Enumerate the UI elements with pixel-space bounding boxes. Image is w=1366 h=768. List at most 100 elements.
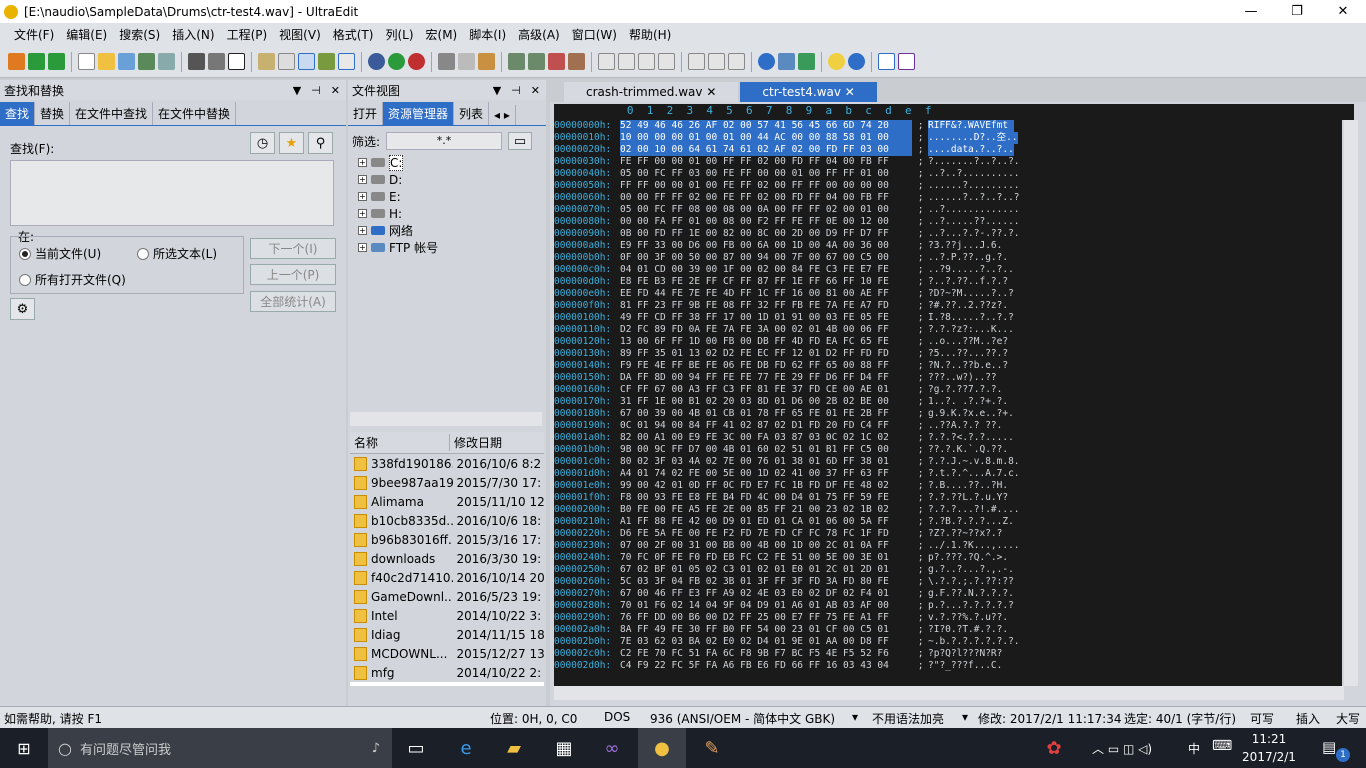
- tab-scroll-arrows[interactable]: ◂ ▸: [489, 105, 516, 125]
- edge-icon[interactable]: e: [442, 728, 490, 768]
- hex-row[interactable]: 000001b0h: 9B 00 9C FF D7 00 4B 01 60 02 …: [554, 444, 1342, 456]
- visual-studio-icon[interactable]: ∞: [588, 728, 636, 768]
- status-writable[interactable]: 可写: [1250, 710, 1274, 727]
- file-list-row[interactable]: Idiag 2014/11/15 18: [350, 625, 544, 644]
- tab-explorer[interactable]: 资源管理器: [383, 102, 455, 125]
- hex-row[interactable]: 00000270h: 67 00 46 FF E3 FF A9 02 4E 03 …: [554, 588, 1342, 600]
- tab-lists[interactable]: 列表: [454, 102, 490, 125]
- notification-icon[interactable]: ▤: [1322, 738, 1336, 756]
- print-icon[interactable]: [188, 53, 205, 70]
- menu-format[interactable]: 格式(T): [327, 26, 380, 43]
- hex-row[interactable]: 000000b0h: 0F 00 3F 00 50 00 87 00 94 00 …: [554, 252, 1342, 264]
- hex-row[interactable]: 00000090h: 0B 00 FD FF 1E 00 82 00 8C 00 …: [554, 228, 1342, 240]
- scope-selected-text[interactable]: 所选文本(L): [137, 245, 217, 262]
- file-list-row[interactable]: mfg 2014/10/22 2:: [350, 663, 544, 682]
- paint-icon[interactable]: ✎: [688, 728, 736, 768]
- hex-row[interactable]: 00000230h: 07 00 2F 00 31 00 BB 00 4B 00 …: [554, 540, 1342, 552]
- menu-file[interactable]: 文件(F): [8, 26, 60, 43]
- hex-row[interactable]: 000000f0h: 81 FF 23 FF 9B FE 08 FF 32 FF …: [554, 300, 1342, 312]
- yahoo-search-icon[interactable]: [898, 53, 915, 70]
- save-icon[interactable]: [138, 53, 155, 70]
- hex-row[interactable]: 00000150h: DA FF 8D 00 94 FF FE FE 77 FE …: [554, 372, 1342, 384]
- scope-current-file[interactable]: 当前文件(U): [19, 245, 101, 262]
- expand-icon[interactable]: +: [358, 209, 367, 218]
- column-name-header[interactable]: 名称: [350, 434, 450, 451]
- tab-ctr-test4[interactable]: ctr-test4.wav ✕: [740, 82, 877, 102]
- file-list-row[interactable]: b96b83016ff... 2015/3/16 17:: [350, 530, 544, 549]
- hex-row[interactable]: 00000260h: 5C 03 3F 04 FB 02 3B 01 3F FF …: [554, 576, 1342, 588]
- hex-row[interactable]: 00000060h: 00 00 FF FF 02 00 FE FF 02 00 …: [554, 192, 1342, 204]
- hex-row[interactable]: 00000120h: 13 00 6F FF 1D 00 FB 00 DB FF …: [554, 336, 1342, 348]
- tab-find[interactable]: 查找: [0, 102, 36, 125]
- menu-column[interactable]: 列(L): [379, 26, 419, 43]
- favorites-star-icon[interactable]: ★: [279, 132, 304, 154]
- replace-icon[interactable]: [548, 53, 565, 70]
- record-icon[interactable]: [408, 53, 425, 70]
- hex-row[interactable]: 00000240h: 70 FC 0F FE F0 FD EB FC C2 FE …: [554, 552, 1342, 564]
- align-right-icon[interactable]: [638, 53, 655, 70]
- open-recent-icon[interactable]: [118, 53, 135, 70]
- panel-close-icon[interactable]: ✕: [531, 84, 540, 97]
- hex-row[interactable]: 00000080h: 00 00 FA FF 01 00 08 00 F2 FF …: [554, 216, 1342, 228]
- panel-pin-icon[interactable]: ⊣: [511, 84, 521, 97]
- expand-icon[interactable]: +: [358, 192, 367, 201]
- cortana-search[interactable]: ○ 有问题尽管问我 ♪: [48, 728, 392, 768]
- start-button[interactable]: ⊞: [0, 728, 48, 768]
- tab-replace-in-files[interactable]: 在文件中替换: [153, 102, 237, 125]
- menu-search[interactable]: 搜索(S): [113, 26, 166, 43]
- tree-node-c[interactable]: + C:: [350, 154, 544, 171]
- align-left-icon[interactable]: [598, 53, 615, 70]
- menu-macro[interactable]: 宏(M): [420, 26, 464, 43]
- hex-mode-icon[interactable]: [298, 53, 315, 70]
- hex-row[interactable]: 000002b0h: 7E 03 62 03 BA 02 E0 02 D4 01 …: [554, 636, 1342, 648]
- paste-icon[interactable]: [478, 53, 495, 70]
- hex-row[interactable]: 00000140h: F9 FE 4E FF BE FE 06 FE DB FD …: [554, 360, 1342, 372]
- hex-row[interactable]: 00000190h: 0C 01 94 00 84 FF 41 02 87 02 …: [554, 420, 1342, 432]
- file-list-row[interactable]: downloads 2016/3/30 19:: [350, 549, 544, 568]
- hex-row[interactable]: 00000010h: 10 00 00 00 01 00 01 00 44 AC …: [554, 132, 1342, 144]
- microphone-icon[interactable]: ♪: [372, 741, 380, 756]
- hex-row[interactable]: 000000c0h: 04 01 CD 00 39 00 1F 00 02 00 …: [554, 264, 1342, 276]
- hex-row[interactable]: 00000100h: 49 FF CD FF 38 FF 17 00 1D 01 …: [554, 312, 1342, 324]
- hex-row[interactable]: 00000200h: B0 FE 00 FE A5 FE 2E 00 85 FF …: [554, 504, 1342, 516]
- hex-row[interactable]: 000000a0h: E9 FF 33 00 D6 00 FB 00 6A 00 …: [554, 240, 1342, 252]
- word-wrap-icon[interactable]: [278, 53, 295, 70]
- hex-row[interactable]: 000001c0h: 80 02 3F 03 4A 02 7E 00 76 01 …: [554, 456, 1342, 468]
- expand-icon[interactable]: +: [358, 158, 367, 167]
- hex-row[interactable]: 00000070h: 05 00 FC FF 08 00 08 00 0A 00 …: [554, 204, 1342, 216]
- hex-row[interactable]: 000001e0h: 99 00 42 01 0D FF 0C FD E7 FC …: [554, 480, 1342, 492]
- split-window-icon[interactable]: [708, 53, 725, 70]
- panel-pin-icon[interactable]: ⊣: [311, 84, 321, 97]
- tip-bulb-icon[interactable]: [828, 53, 845, 70]
- find-input[interactable]: [10, 160, 334, 226]
- tree-node-d[interactable]: + D:: [350, 171, 544, 188]
- menu-insert[interactable]: 插入(N): [166, 26, 220, 43]
- browse-folder-icon[interactable]: ▭: [508, 132, 533, 150]
- find-prev-button[interactable]: 上一个(P): [250, 264, 336, 285]
- tile-icon[interactable]: [728, 53, 745, 70]
- hex-row[interactable]: 000002c0h: C2 FE 70 FC 51 FA 6C F8 9B F7 …: [554, 648, 1342, 660]
- filter-input[interactable]: *.*: [386, 132, 503, 150]
- minimize-button[interactable]: —: [1228, 0, 1274, 23]
- globe-icon[interactable]: [758, 53, 775, 70]
- hex-row[interactable]: 00000040h: 05 00 FC FF 03 00 FE FF 00 00 …: [554, 168, 1342, 180]
- tree-node-e[interactable]: + E:: [350, 188, 544, 205]
- status-line-ending[interactable]: DOS: [604, 710, 630, 724]
- tab-close-icon[interactable]: ✕: [706, 85, 716, 99]
- tree-node-h[interactable]: + H:: [350, 205, 544, 222]
- close-button[interactable]: ✕: [1320, 0, 1366, 23]
- line-numbers-icon[interactable]: [318, 53, 335, 70]
- tab-open[interactable]: 打开: [348, 102, 384, 125]
- file-list-row[interactable]: b10cb8335d... 2016/10/6 18:: [350, 511, 544, 530]
- clock[interactable]: 11:21 2017/2/1: [1236, 730, 1302, 766]
- tray-icons[interactable]: ︿ ▭ ◫ ◁): [1092, 740, 1152, 757]
- scope-all-open-files[interactable]: 所有打开文件(Q): [19, 271, 126, 288]
- hex-row[interactable]: 00000000h: 52 49 46 46 26 AF 02 00 57 41 …: [554, 120, 1342, 132]
- hex-row[interactable]: 00000130h: 89 FF 35 01 13 02 D2 FE EC FF …: [554, 348, 1342, 360]
- find-next-button[interactable]: 下一个(I): [250, 238, 336, 259]
- hex-row[interactable]: 00000170h: 31 FF 1E 00 B1 02 20 03 8D 01 …: [554, 396, 1342, 408]
- expand-icon[interactable]: +: [358, 226, 367, 235]
- compare-icon[interactable]: [688, 53, 705, 70]
- hex-row[interactable]: 000001f0h: F8 00 93 FE E8 FE B4 FD 4C 00 …: [554, 492, 1342, 504]
- open-folder-icon[interactable]: [98, 53, 115, 70]
